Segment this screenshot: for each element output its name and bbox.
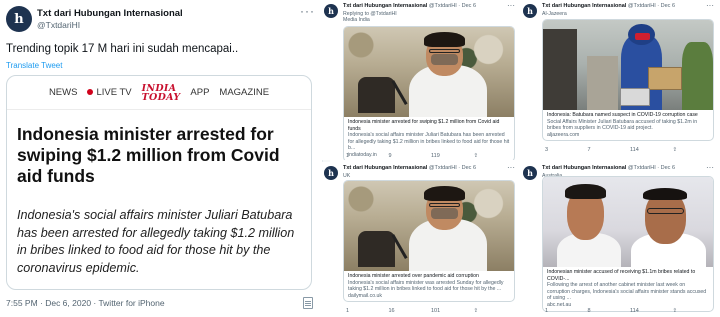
tweet-header[interactable]: Txt dari Hubungan Internasional @Txtdari… bbox=[343, 3, 476, 9]
card-headline: Indonesia minister arrested for swiping … bbox=[17, 124, 280, 186]
tweet-header[interactable]: Txt dari Hubungan Internasional @Txtdari… bbox=[343, 165, 476, 171]
card-photo bbox=[543, 20, 713, 110]
link-card[interactable]: Indonesia minister arrested for swiping … bbox=[343, 26, 515, 160]
card-title: Indonesia: Batubara named suspect in COV… bbox=[547, 112, 698, 118]
display-name: Txt dari Hubungan Internasional bbox=[343, 165, 428, 171]
main-tweet[interactable]: h Txt dari Hubungan Internasional @Txtda… bbox=[0, 0, 322, 317]
retweet-count[interactable]: 8 bbox=[588, 308, 631, 314]
handle-date: @TxtdariHI · Dec 6 bbox=[427, 165, 477, 171]
handle[interactable]: @TxtdariHI bbox=[37, 20, 80, 30]
share-icon[interactable]: ⇪ bbox=[474, 153, 517, 159]
nav-news[interactable]: NEWS bbox=[49, 87, 78, 98]
action-bar: 3 7 114 ⇪ bbox=[545, 147, 715, 153]
handle-date: @TxtdariHI · Dec 6 bbox=[626, 165, 676, 171]
more-options-icon[interactable]: ··· bbox=[300, 4, 315, 18]
card-caption: Indonesia minister arrested over pandemi… bbox=[344, 271, 514, 301]
retweet-count[interactable]: 9 bbox=[389, 153, 432, 159]
card-url: dailymail.co.uk bbox=[348, 292, 383, 299]
tweet-text: Al-Jazeera bbox=[542, 11, 567, 17]
retweet-count[interactable]: 7 bbox=[588, 147, 631, 153]
reply-count[interactable]: 1 bbox=[545, 308, 588, 314]
mini-tweet-indiatoday[interactable]: h Txt dari Hubungan Internasional @Txtda… bbox=[322, 0, 521, 160]
handle-date: @TxtdariHI · Dec 6 bbox=[626, 3, 676, 9]
avatar[interactable]: h bbox=[324, 166, 338, 180]
share-icon[interactable]: ⇪ bbox=[474, 308, 517, 314]
action-bar: 1 16 101 ⇪ bbox=[346, 308, 516, 314]
avatar[interactable]: h bbox=[523, 4, 537, 18]
card-summary: Indonesia's social affairs minister Juli… bbox=[17, 208, 295, 275]
mini-tweet-abc[interactable]: h Txt dari Hubungan Internasional @Txtda… bbox=[521, 162, 720, 317]
tweet-header[interactable]: Txt dari Hubungan Internasional @Txtdari… bbox=[542, 3, 675, 9]
document-icon[interactable] bbox=[303, 297, 313, 309]
nav-live-tv[interactable]: LIVE TV bbox=[87, 87, 132, 98]
more-options-icon[interactable]: ··· bbox=[507, 163, 515, 172]
mini-tweet-aljazeera[interactable]: h Txt dari Hubungan Internasional @Txtda… bbox=[521, 0, 720, 160]
card-url: aljazeera.com bbox=[547, 131, 580, 138]
card-description: Indonesia's social affairs minister was … bbox=[348, 279, 504, 293]
logo-bottom: TODAY bbox=[141, 91, 181, 103]
card-photo bbox=[543, 177, 713, 267]
share-icon[interactable]: ⇪ bbox=[673, 147, 716, 153]
tweet-text: Trending topik 17 M hari ini sudah menca… bbox=[6, 43, 239, 55]
action-bar: 1 8 114 ⇪ bbox=[545, 308, 715, 314]
nav-app[interactable]: APP bbox=[190, 87, 209, 98]
tweet-header[interactable]: Txt dari Hubungan Internasional @Txtdari… bbox=[542, 165, 675, 171]
display-name[interactable]: Txt dari Hubungan Internasional bbox=[37, 8, 183, 19]
nav-live-tv-label: LIVE TV bbox=[96, 87, 132, 98]
card-title: Indonesia minister arrested for swiping … bbox=[348, 119, 500, 132]
tweet-text: Media India bbox=[343, 17, 370, 23]
card-description: Following the arrest of another cabinet … bbox=[547, 282, 707, 302]
card-title: Indonesia minister arrested over pandemi… bbox=[348, 273, 479, 279]
reply-count[interactable]: 1 bbox=[346, 153, 389, 159]
nav-magazine[interactable]: MAGAZINE bbox=[219, 87, 269, 98]
mini-tweet-dailymail[interactable]: h Txt dari Hubungan Internasional @Txtda… bbox=[322, 162, 521, 317]
link-preview-card[interactable]: NEWS LIVE TV INDIA TODAY APP MAGAZINE In… bbox=[6, 75, 312, 290]
link-card[interactable]: Indonesian minister accused of receiving… bbox=[542, 176, 714, 312]
like-count[interactable]: 114 bbox=[630, 308, 673, 314]
like-count[interactable]: 119 bbox=[431, 153, 474, 159]
card-title: Indonesian minister accused of receiving… bbox=[547, 269, 696, 282]
card-description: Indonesia's social affairs minister Juli… bbox=[348, 132, 510, 152]
card-photo bbox=[344, 27, 514, 117]
more-options-icon[interactable]: ··· bbox=[507, 1, 515, 10]
avatar[interactable]: h bbox=[523, 166, 537, 180]
like-count[interactable]: 101 bbox=[431, 308, 474, 314]
like-count[interactable]: 114 bbox=[630, 147, 673, 153]
action-bar: 1 9 119 ⇪ bbox=[346, 153, 516, 159]
more-options-icon[interactable]: ··· bbox=[706, 163, 714, 172]
card-photo bbox=[344, 181, 514, 271]
handle-date: @TxtdariHI · Dec 6 bbox=[427, 3, 477, 9]
display-name: Txt dari Hubungan Internasional bbox=[542, 165, 627, 171]
card-description: Social Affairs Minister Juliari Batubara… bbox=[547, 118, 698, 132]
card-caption: Indonesia: Batubara named suspect in COV… bbox=[543, 110, 713, 140]
site-nav: NEWS LIVE TV INDIA TODAY APP MAGAZINE bbox=[7, 76, 311, 110]
tweet-timestamp[interactable]: 7:55 PM · Dec 6, 2020 · Twitter for iPho… bbox=[6, 298, 165, 308]
screenshot-collage: h Txt dari Hubungan Internasional @Txtda… bbox=[0, 0, 720, 317]
translate-tweet-link[interactable]: Translate Tweet bbox=[6, 61, 62, 70]
reply-count[interactable]: 3 bbox=[545, 147, 588, 153]
share-icon[interactable]: ⇪ bbox=[673, 308, 716, 314]
display-name: Txt dari Hubungan Internasional bbox=[343, 3, 428, 9]
reply-count[interactable]: 1 bbox=[346, 308, 389, 314]
india-today-logo: INDIA TODAY bbox=[141, 83, 181, 103]
display-name: Txt dari Hubungan Internasional bbox=[542, 3, 627, 9]
link-card[interactable]: Indonesia minister arrested over pandemi… bbox=[343, 180, 515, 303]
live-dot-icon bbox=[87, 89, 94, 96]
card-caption: Indonesian minister accused of receiving… bbox=[543, 267, 713, 311]
more-options-icon[interactable]: ··· bbox=[706, 1, 714, 10]
retweet-count[interactable]: 16 bbox=[389, 308, 432, 314]
link-card[interactable]: Indonesia: Batubara named suspect in COV… bbox=[542, 19, 714, 142]
avatar[interactable]: h bbox=[6, 6, 32, 32]
avatar[interactable]: h bbox=[324, 4, 338, 18]
tweet-text: UK bbox=[343, 173, 351, 179]
